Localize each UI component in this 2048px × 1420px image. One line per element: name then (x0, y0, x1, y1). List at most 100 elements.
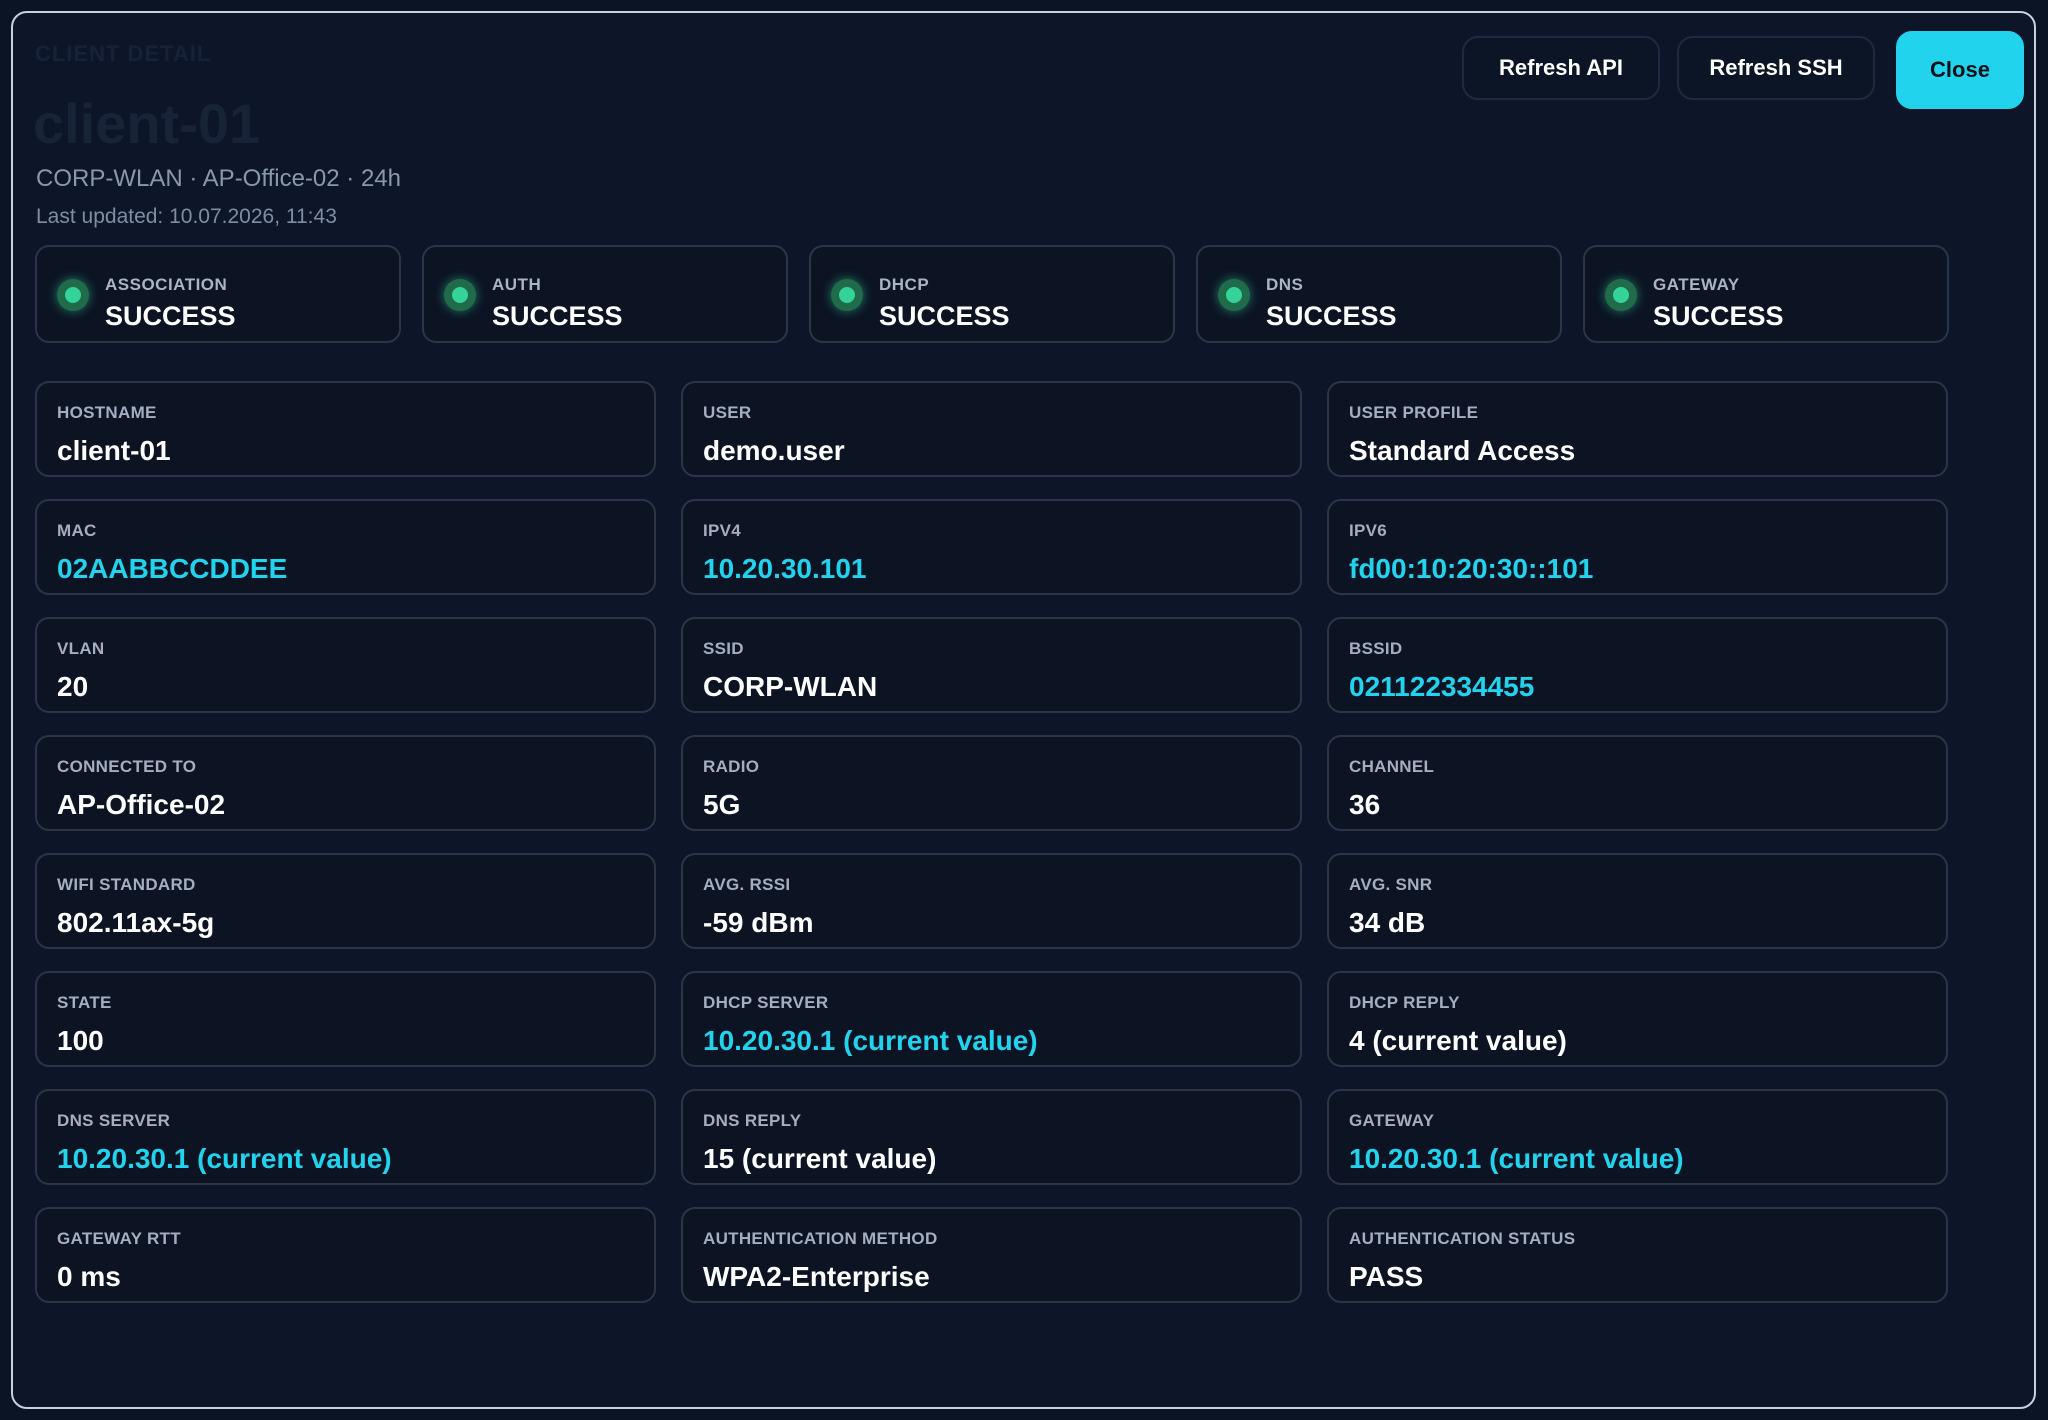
field-value: 10.20.30.1 (current value) (57, 1143, 392, 1174)
status-label: DHCP (879, 275, 930, 294)
field-card-authentication-status: AUTHENTICATION STATUS PASS (1327, 1207, 1948, 1303)
field-label: USER PROFILE (1349, 403, 1479, 422)
status-label: GATEWAY (1653, 275, 1740, 294)
status-value: SUCCESS (879, 301, 1010, 331)
field-label: AUTHENTICATION METHOD (703, 1229, 938, 1248)
field-card-hostname: HOSTNAME client-01 (35, 381, 656, 477)
field-label: STATE (57, 993, 112, 1012)
status-label: AUTH (492, 275, 542, 294)
page-title: client-01 (33, 92, 261, 155)
field-label: CHANNEL (1349, 757, 1435, 776)
field-card-mac: MAC 02AABBCCDDEE (35, 499, 656, 595)
field-label: GATEWAY RTT (57, 1229, 181, 1248)
field-card-vlan: VLAN 20 (35, 617, 656, 713)
field-value: 5G (703, 789, 741, 820)
field-label: IPV6 (1349, 521, 1388, 540)
field-value: CORP-WLAN (703, 671, 878, 702)
status-dot-icon (57, 279, 89, 311)
field-value: demo.user (703, 435, 845, 466)
field-card-ssid: SSID CORP-WLAN (681, 617, 1302, 713)
last-updated-text: Last updated: 10.07.2026, 11:43 (36, 205, 337, 228)
field-label: WIFI STANDARD (57, 875, 196, 894)
field-label: IPV4 (703, 521, 742, 540)
status-value: SUCCESS (492, 301, 623, 331)
field-card-ipv6: IPV6fd00:10:20:30::101 (1327, 499, 1948, 595)
field-label: RADIO (703, 757, 760, 776)
field-card-wifi-standard: WIFI STANDARD 802.11ax-5g (35, 853, 656, 949)
field-value: AP-Office-02 (57, 789, 226, 820)
field-label: BSSID (1349, 639, 1403, 658)
field-card-user-profile: USER PROFILE Standard Access (1327, 381, 1948, 477)
field-value: 0 ms (57, 1261, 121, 1292)
field-value: 802.11ax-5g (57, 907, 215, 938)
field-label: GATEWAY (1349, 1111, 1435, 1130)
status-dot-icon (1605, 279, 1637, 311)
field-label: HOSTNAME (57, 403, 157, 422)
field-card-authentication-method: AUTHENTICATION METHOD WPA2-Enterprise (681, 1207, 1302, 1303)
field-card-user: USER demo.user (681, 381, 1302, 477)
status-value: SUCCESS (105, 301, 236, 331)
status-card-dns: DNS SUCCESS (1196, 245, 1562, 343)
field-label: MAC (57, 521, 97, 540)
modal-kicker: CLIENT DETAIL (35, 41, 212, 66)
field-value: 02AABBCCDDEE (57, 553, 288, 584)
field-value: fd00:10:20:30::101 (1349, 553, 1594, 584)
field-card-connected-to: CONNECTED TO AP-Office-02 (35, 735, 656, 831)
field-card-avg-rssi: AVG. RSSI -59 dBm (681, 853, 1302, 949)
refresh-ssh-button[interactable]: Refresh SSH (1677, 36, 1875, 100)
field-value: 10.20.30.1 (current value) (1349, 1143, 1684, 1174)
field-value: 34 dB (1349, 907, 1426, 938)
field-card-radio: RADIO 5G (681, 735, 1302, 831)
field-value: 10.20.30.1 (current value) (703, 1025, 1038, 1056)
status-dot-icon (1218, 279, 1250, 311)
field-value: 15 (current value) (703, 1143, 937, 1174)
field-label: AUTHENTICATION STATUS (1349, 1229, 1576, 1248)
field-label: DNS REPLY (703, 1111, 802, 1130)
field-value: PASS (1349, 1261, 1424, 1292)
status-value: SUCCESS (1653, 301, 1784, 331)
field-label: SSID (703, 639, 744, 658)
field-value: WPA2-Enterprise (703, 1261, 930, 1292)
field-card-dhcp-server: DHCP SERVER 10.20.30.1 (current value) (681, 971, 1302, 1067)
field-card-gateway-rtt: GATEWAY RTT 0 ms (35, 1207, 656, 1303)
field-card-bssid: BSSID 021122334455 (1327, 617, 1948, 713)
field-value: 021122334455 (1349, 671, 1535, 702)
field-label: AVG. SNR (1349, 875, 1433, 894)
refresh-api-button[interactable]: Refresh API (1462, 36, 1660, 100)
field-value: client-01 (57, 435, 171, 466)
field-card-dns-reply: DNS REPLY 15 (current value) (681, 1089, 1302, 1185)
field-card-ipv4: IPV4 10.20.30.101 (681, 499, 1302, 595)
field-card-state: STATE 100 (35, 971, 656, 1067)
field-label: CONNECTED TO (57, 757, 197, 776)
field-value: 36 (1349, 789, 1381, 820)
field-value: 20 (57, 671, 89, 702)
field-value: 100 (57, 1025, 104, 1056)
status-card-dhcp: DHCP SUCCESS (809, 245, 1175, 343)
field-value: 10.20.30.101 (703, 553, 867, 584)
status-value: SUCCESS (1266, 301, 1397, 331)
field-label: USER (703, 403, 752, 422)
field-card-avg-snr: AVG. SNR 34 dB (1327, 853, 1948, 949)
status-dot-icon (831, 279, 863, 311)
field-label: DHCP REPLY (1349, 993, 1460, 1012)
field-value: Standard Access (1349, 435, 1576, 466)
field-label: DNS SERVER (57, 1111, 171, 1130)
close-button[interactable]: Close (1896, 31, 2024, 109)
field-card-dns-server: DNS SERVER 10.20.30.1 (current value) (35, 1089, 656, 1185)
client-detail-modal: CLIENT DETAIL client-01 CORP-WLAN · AP-O… (11, 11, 2036, 1409)
field-label: DHCP SERVER (703, 993, 829, 1012)
status-dot-icon (444, 279, 476, 311)
status-card-auth: AUTH SUCCESS (422, 245, 788, 343)
status-card-association: ASSOCIATION SUCCESS (35, 245, 401, 343)
field-card-gateway: GATEWAY 10.20.30.1 (current value) (1327, 1089, 1948, 1185)
client-subtitle: CORP-WLAN · AP-Office-02 · 24h (36, 165, 401, 192)
field-card-dhcp-reply: DHCP REPLY 4 (current value) (1327, 971, 1948, 1067)
field-card-channel: CHANNEL 36 (1327, 735, 1948, 831)
status-card-gateway: GATEWAY SUCCESS (1583, 245, 1949, 343)
status-label: ASSOCIATION (105, 275, 228, 294)
field-label: AVG. RSSI (703, 875, 791, 894)
status-label: DNS (1266, 275, 1304, 294)
field-label: VLAN (57, 639, 105, 658)
field-value: -59 dBm (703, 907, 814, 938)
field-value: 4 (current value) (1349, 1025, 1567, 1056)
